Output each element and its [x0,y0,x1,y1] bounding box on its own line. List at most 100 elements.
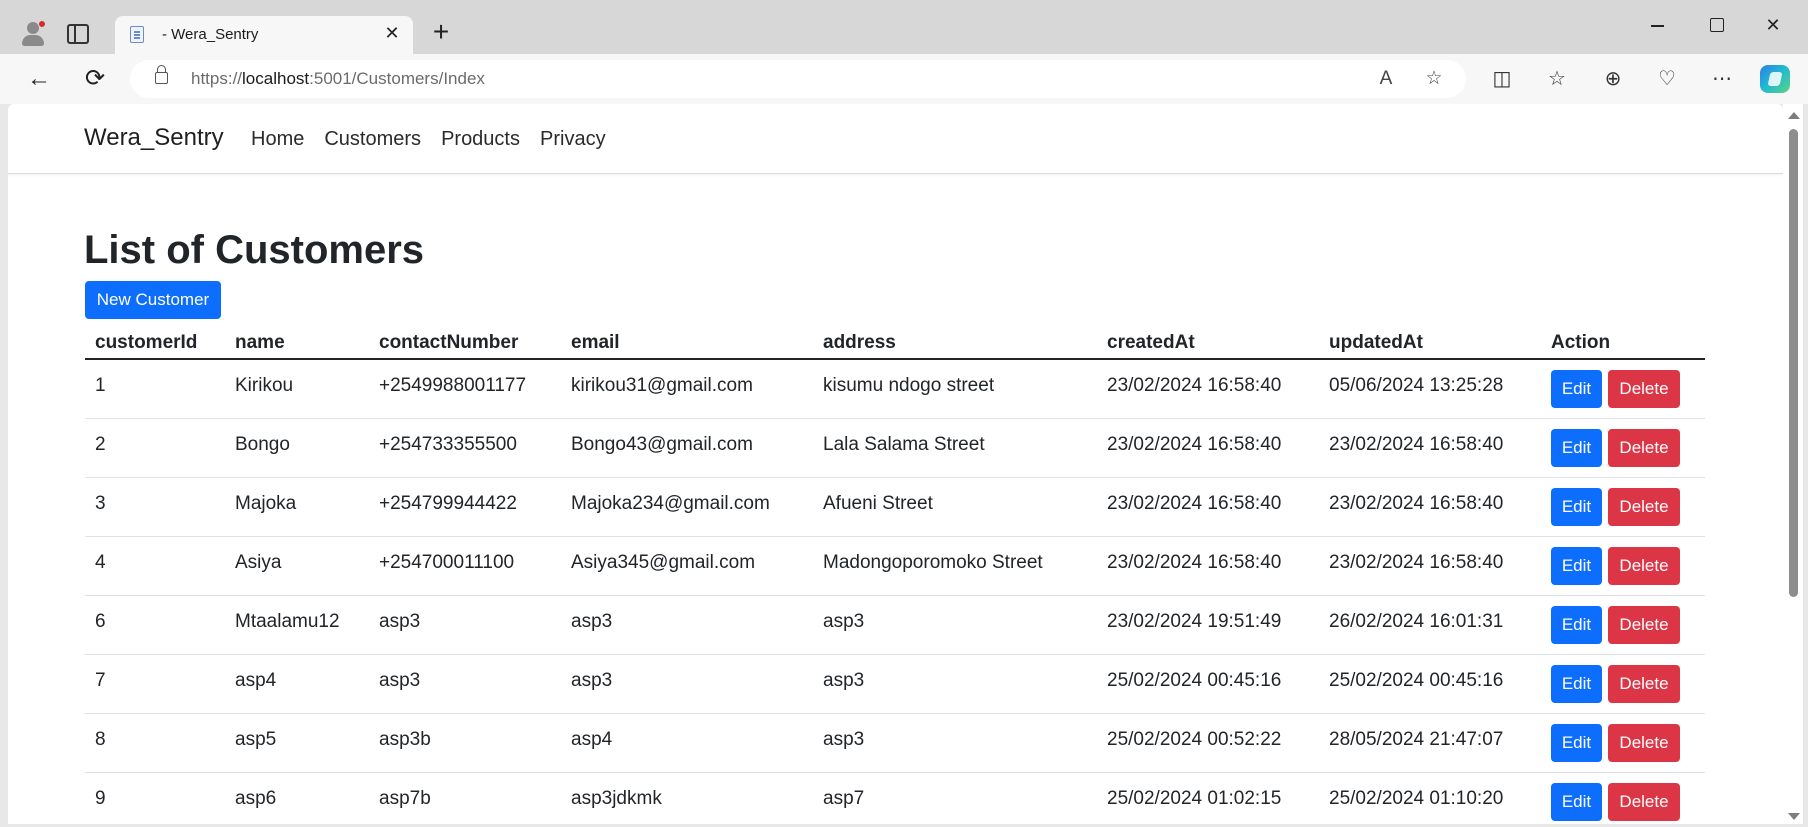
new-customer-button[interactable]: New Customer [85,281,221,319]
cell-text: 8 [95,728,106,750]
cell-address: Afueni Street [813,477,1097,537]
edit-button[interactable]: Edit [1551,546,1602,585]
cell-contactnumber: asp3 [369,595,561,655]
cell-createdat: 23/02/2024 16:58:40 [1097,536,1319,596]
cell-action: Edit Delete [1541,359,1705,419]
row-actions: Edit Delete [1551,369,1695,408]
edit-button[interactable]: Edit [1551,428,1602,467]
nav-link-products[interactable]: Products [441,128,520,151]
edit-button[interactable]: Edit [1551,664,1602,703]
table-body: 1 Kirikou +2549988001177 kirikou31@gmail… [85,359,1705,824]
cell-text: Majoka [235,492,297,514]
customers-table: customerId name contactNumber email addr… [85,319,1705,824]
tab-close-icon[interactable]: ✕ [381,22,403,44]
browser-essentials-icon[interactable]: ♡ [1653,65,1681,93]
cell-text: 2 [95,433,106,455]
table-header-row: customerId name contactNumber email addr… [85,319,1705,360]
cell-address: asp3 [813,595,1097,655]
collections-icon[interactable]: ⊕ [1599,65,1627,93]
table-row: 7 asp4 asp3 asp3 asp3 25/02/2024 00:45:1… [85,654,1705,714]
browser-tab-active[interactable]: - Wera_Sentry ✕ [115,16,413,54]
window-close-button[interactable]: ✕ [1751,12,1795,38]
cell-text: Asiya [235,551,282,573]
cell-text: +254733355500 [379,433,517,455]
cell-text: asp3jdkmk [571,787,662,809]
nav-link-privacy[interactable]: Privacy [540,128,606,151]
delete-button[interactable]: Delete [1608,664,1680,703]
cell-text: asp7 [823,787,865,809]
favorites-icon[interactable]: ☆ [1543,65,1571,93]
cell-text: 23/02/2024 16:58:40 [1107,433,1282,455]
delete-button[interactable]: Delete [1608,605,1680,644]
profile-avatar-icon[interactable] [18,17,48,47]
edit-button[interactable]: Edit [1551,782,1602,821]
cell-text: Asiya345@gmail.com [571,551,756,573]
column-header-name: name [225,319,369,360]
delete-button[interactable]: Delete [1608,369,1680,408]
nav-link-customers[interactable]: Customers [324,128,421,151]
edit-button[interactable]: Edit [1551,369,1602,408]
cell-name: Asiya [225,536,369,596]
browser-toolbar: ← ⟳ https://localhost:5001/Customers/Ind… [0,54,1808,104]
favorite-star-icon[interactable]: ☆ [1423,68,1445,90]
cell-text: asp6 [235,787,277,809]
delete-button[interactable]: Delete [1608,546,1680,585]
cell-name: Mtaalamu12 [225,595,369,655]
navbar-brand[interactable]: Wera_Sentry [84,124,224,152]
cell-action: Edit Delete [1541,536,1705,596]
row-actions: Edit Delete [1551,605,1695,644]
cell-contactnumber: +254700011100 [369,536,561,596]
more-options-icon[interactable]: ⋯ [1708,65,1736,93]
cell-address: asp3 [813,713,1097,773]
cell-text: 25/02/2024 00:52:22 [1107,728,1282,750]
back-arrow-icon[interactable]: ← [24,64,54,94]
delete-button[interactable]: Delete [1608,723,1680,762]
delete-button[interactable]: Delete [1608,428,1680,467]
cell-address: asp3 [813,654,1097,714]
cell-text: 23/02/2024 16:58:40 [1329,551,1504,573]
copilot-icon[interactable] [1760,65,1790,93]
scroll-up-arrow-icon[interactable] [1788,112,1800,119]
lock-icon[interactable] [155,65,168,84]
vertical-scrollbar[interactable] [1783,104,1803,824]
edit-button[interactable]: Edit [1551,487,1602,526]
refresh-icon[interactable]: ⟳ [80,64,110,94]
nav-link-home[interactable]: Home [251,128,304,151]
table-row: 9 asp6 asp7b asp3jdkmk asp7 25/02/2024 0… [85,772,1705,824]
split-screen-icon[interactable]: ◫ [1488,65,1516,93]
edit-button[interactable]: Edit [1551,723,1602,762]
scrollbar-thumb[interactable] [1789,129,1798,597]
new-tab-button[interactable]: + [428,18,454,46]
scroll-down-arrow-icon[interactable] [1788,813,1800,820]
address-bar[interactable]: https://localhost:5001/Customers/Index A… [130,60,1466,98]
cell-text: 23/02/2024 16:58:40 [1107,492,1282,514]
cell-text: +254799944422 [379,492,517,514]
cell-name: asp5 [225,713,369,773]
cell-text: 25/02/2024 01:02:15 [1107,787,1282,809]
cell-text: asp3 [823,610,865,632]
edit-button[interactable]: Edit [1551,605,1602,644]
cell-text: Lala Salama Street [823,433,985,455]
cell-text: 23/02/2024 16:58:40 [1107,551,1282,573]
delete-button[interactable]: Delete [1608,487,1680,526]
cell-email: Majoka234@gmail.com [561,477,813,537]
cell-action: Edit Delete [1541,418,1705,478]
cell-action: Edit Delete [1541,477,1705,537]
cell-text: 25/02/2024 01:10:20 [1329,787,1504,809]
delete-button[interactable]: Delete [1608,782,1680,821]
read-aloud-icon[interactable]: A [1375,68,1397,90]
browser-tab-strip: - Wera_Sentry ✕ + ✕ [0,0,1808,54]
tab-actions-icon[interactable] [67,24,89,44]
column-header-action: Action [1541,319,1705,360]
cell-action: Edit Delete [1541,713,1705,773]
window-maximize-button[interactable] [1694,12,1738,38]
cell-updatedat: 28/05/2024 21:47:07 [1319,713,1541,773]
cell-customerid: 7 [85,654,225,714]
cell-text: asp5 [235,728,277,750]
window-minimize-button[interactable] [1635,12,1679,38]
cell-contactnumber: +254799944422 [369,477,561,537]
url-text[interactable]: https://localhost:5001/Customers/Index [191,69,485,89]
cell-name: Majoka [225,477,369,537]
cell-address: asp7 [813,772,1097,824]
cell-text: Bongo43@gmail.com [571,433,753,455]
